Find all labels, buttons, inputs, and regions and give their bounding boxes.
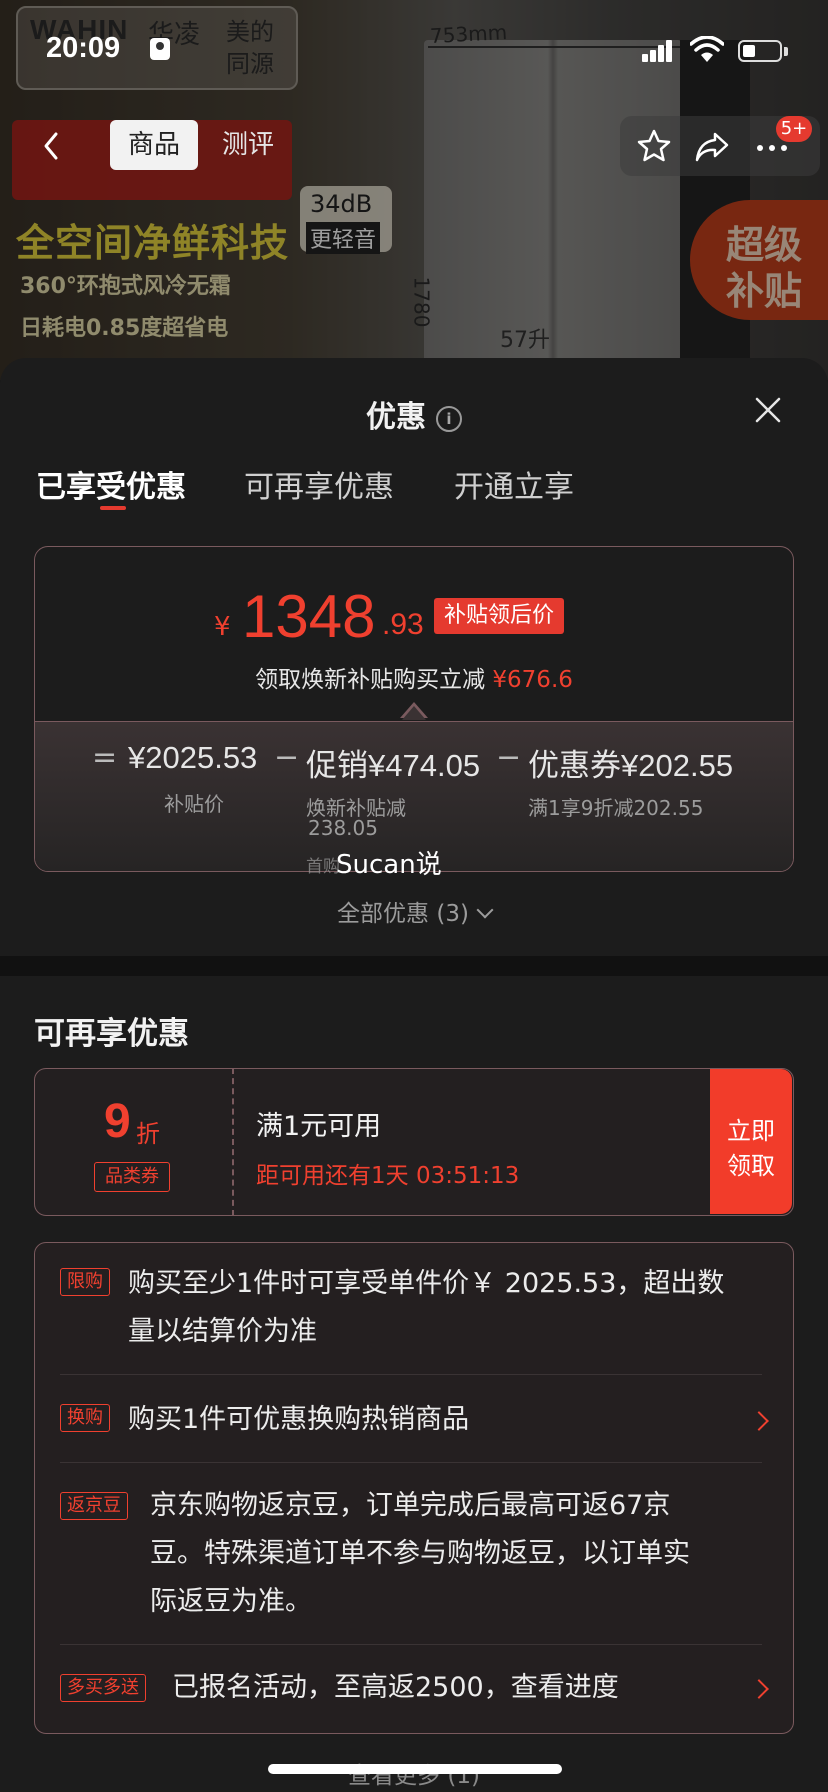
- cellular-signal-icon: [642, 40, 674, 62]
- favorite-star-icon[interactable]: [634, 126, 674, 166]
- section-title-more-discounts: 可再享优惠: [34, 1016, 189, 1052]
- wifi-icon: [690, 36, 724, 62]
- claim-coupon-button[interactable]: 立即 领取: [710, 1069, 792, 1214]
- tab-activate-discounts[interactable]: 开通立享: [454, 462, 574, 506]
- caret-fill: [402, 706, 426, 720]
- promo-amount: 促销¥474.05: [306, 748, 481, 783]
- final-price-integer: 1348: [242, 583, 376, 650]
- rule-divider-3: [60, 1644, 762, 1645]
- battery-tip: [784, 47, 788, 56]
- coupon-dashed-separator: [232, 1068, 234, 1216]
- info-icon[interactable]: i: [436, 406, 462, 432]
- sheet-title-text: 优惠: [366, 400, 426, 435]
- tab-enjoyed-discounts[interactable]: 已享受优惠: [36, 462, 186, 506]
- rule-limit-line1: 购买至少1件时可享受单件价￥ 2025.53，超出数: [128, 1268, 725, 1299]
- message-count-badge: 5+: [776, 116, 812, 142]
- rule-divider-1: [60, 1374, 762, 1375]
- coupon-discount-value: 9: [104, 1095, 131, 1148]
- tab-goods[interactable]: 商品: [110, 120, 198, 170]
- share-icon[interactable]: [692, 126, 732, 166]
- coupon-category-tag: 品类券: [94, 1162, 170, 1192]
- final-price-decimal: .93: [382, 608, 424, 641]
- focus-person-icon: [150, 38, 170, 60]
- status-time: 20:09: [46, 32, 121, 64]
- rule-jingdou-line1: 京东购物返京豆，订单完成后最高可返67京: [150, 1490, 671, 1521]
- rule-tag-limit: 限购: [60, 1268, 110, 1296]
- base-price: ¥2025.53: [128, 740, 258, 775]
- tab-review[interactable]: 测评: [206, 120, 290, 170]
- rule-exchange-text: 购买1件可优惠换购热销商品: [128, 1404, 470, 1435]
- claim-button-line1: 立即: [727, 1117, 775, 1145]
- claim-button-line2: 领取: [727, 1152, 775, 1180]
- price-subtitle-text: 领取焕新补贴购买立减: [255, 667, 486, 693]
- minus-sign-2: −: [496, 740, 522, 775]
- promo-label-line3: 首购: [306, 857, 340, 877]
- rule-tag-jingdou: 返京豆: [60, 1492, 128, 1520]
- coupon-discount-unit: 折: [136, 1120, 160, 1148]
- watermark-text: Sucan说: [336, 850, 442, 880]
- equals-sign: =: [92, 740, 118, 775]
- coupon-amount: 优惠券¥202.55: [528, 748, 734, 783]
- tab-more-discounts[interactable]: 可再享优惠: [244, 462, 394, 506]
- price-subtitle-amount: ¥676.6: [492, 667, 573, 693]
- all-discounts-label: 全部优惠 (3): [337, 901, 469, 927]
- base-price-label: 补贴价: [164, 792, 224, 816]
- home-indicator: [268, 1764, 562, 1774]
- minus-sign-1: −: [274, 740, 300, 775]
- rule-limit-line2: 量以结算价为准: [128, 1316, 317, 1347]
- coupon-condition: 满1元可用: [256, 1111, 382, 1142]
- price-subtitle: 领取焕新补贴购买立减 ¥676.6: [0, 660, 828, 694]
- rule-jingdou-line2: 豆。特殊渠道订单不参与购物返豆，以订单实: [150, 1538, 690, 1569]
- coupon-label: 满1享9折减202.55: [528, 796, 704, 820]
- coupon-countdown: 距可用还有1天 03:51:13: [256, 1163, 520, 1189]
- battery-icon: [738, 40, 782, 62]
- close-icon[interactable]: [752, 394, 784, 426]
- rule-divider-2: [60, 1462, 762, 1463]
- chevron-down-icon: [476, 901, 494, 919]
- rule-tag-buy-more: 多买多送: [60, 1674, 146, 1702]
- price-currency: ¥: [214, 612, 231, 642]
- sheet-title: 优惠 i: [0, 392, 828, 436]
- back-arrow-icon[interactable]: [28, 118, 74, 174]
- section-divider: [0, 956, 828, 976]
- rule-buy-more-text: 已报名活动，至高返2500，查看进度: [172, 1672, 619, 1703]
- rule-tag-exchange: 换购: [60, 1404, 110, 1432]
- active-tab-indicator: [100, 506, 126, 510]
- subsidy-price-tag: 补贴领后价: [434, 598, 565, 634]
- rule-jingdou-line3: 际返豆为准。: [150, 1586, 312, 1617]
- all-discounts-toggle[interactable]: 全部优惠 (3): [0, 894, 828, 928]
- promo-label-line2: 238.05: [308, 816, 378, 840]
